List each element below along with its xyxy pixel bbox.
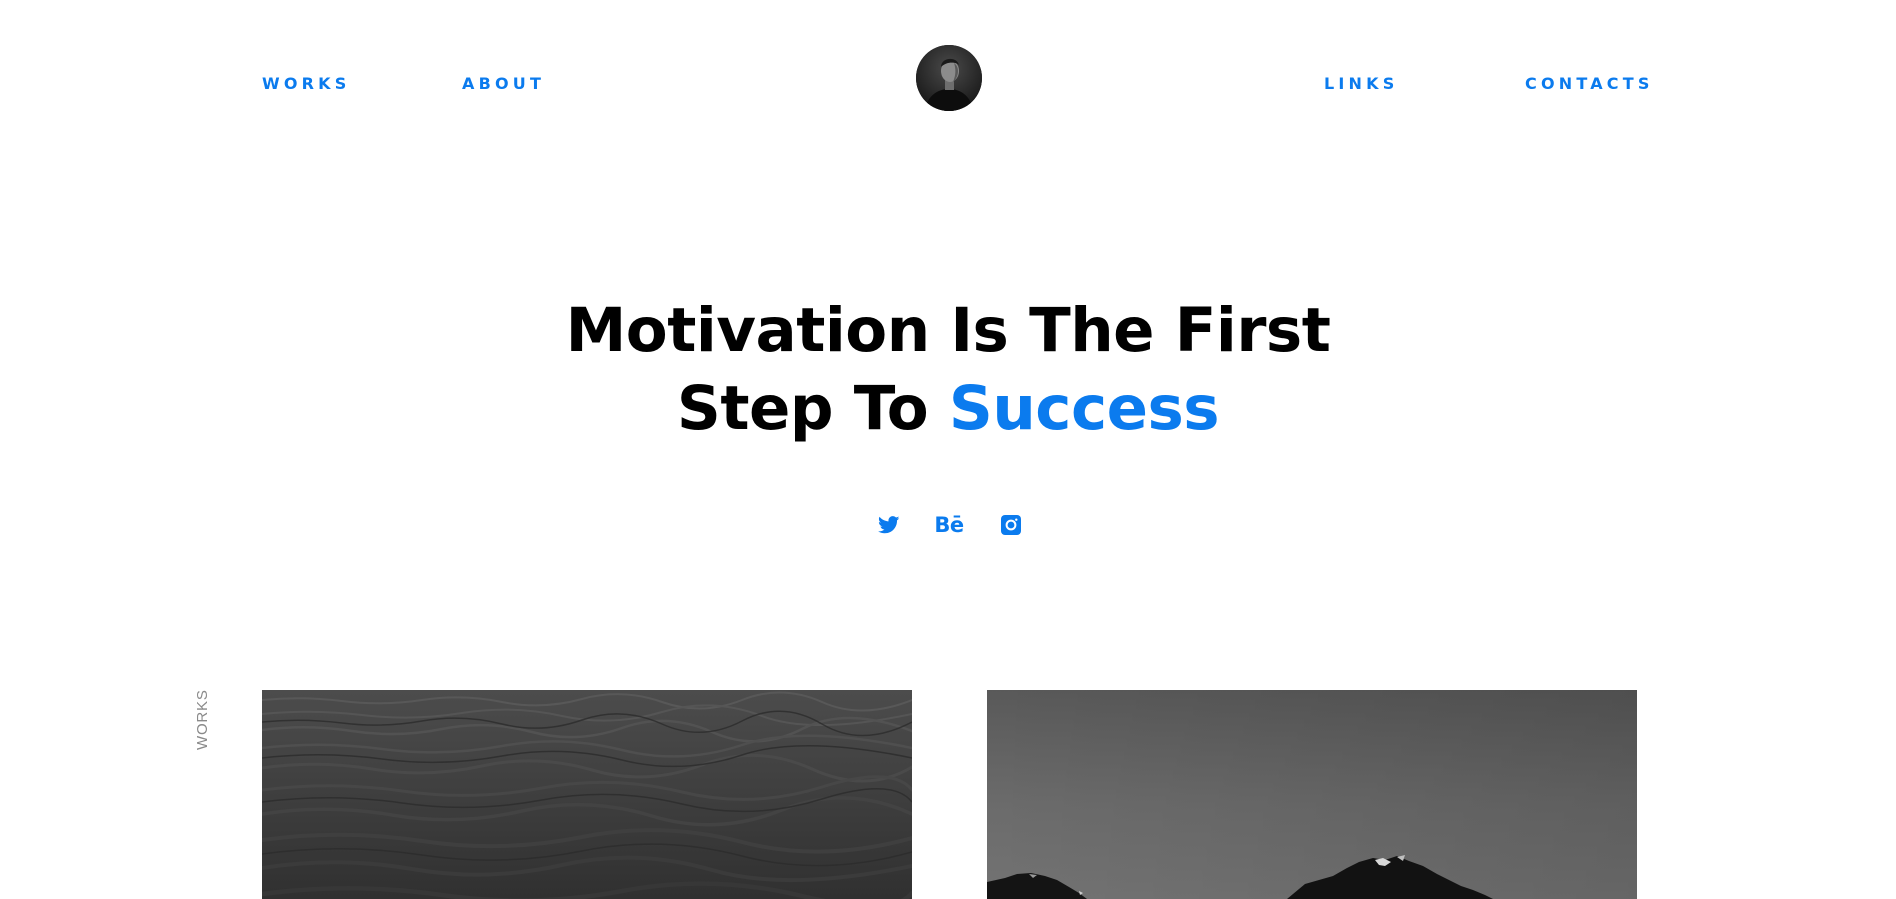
- twitter-link[interactable]: [874, 510, 904, 540]
- nav-link-about[interactable]: ABOUT: [462, 75, 545, 93]
- instagram-icon: [1001, 515, 1021, 535]
- sea-waves-image: [262, 690, 912, 899]
- social-links: Bē: [0, 510, 1896, 540]
- nav-link-links[interactable]: LINKS: [1324, 75, 1398, 93]
- nav-link-works[interactable]: WORKS: [262, 75, 351, 93]
- profile-portrait-image: [916, 45, 982, 111]
- behance-icon: Bē: [934, 513, 964, 537]
- behance-link[interactable]: Bē: [934, 510, 964, 540]
- nav-link-contacts[interactable]: CONTACTS: [1525, 75, 1654, 93]
- work-card-mountains[interactable]: [987, 690, 1637, 899]
- works-side-label: WORKS: [178, 689, 224, 750]
- work-card-sea[interactable]: [262, 690, 912, 899]
- twitter-icon: [878, 516, 900, 534]
- instagram-link[interactable]: [996, 510, 1026, 540]
- works-side-label-text: WORKS: [194, 689, 211, 750]
- hero-title: Motivation Is The First Step To Success: [0, 292, 1896, 448]
- avatar[interactable]: [916, 45, 982, 111]
- hero-title-line2-prefix: Step To: [676, 373, 949, 444]
- hero-title-line1: Motivation Is The First: [565, 295, 1331, 366]
- hero-title-accent: Success: [948, 373, 1220, 444]
- mountain-peaks-image: [987, 690, 1637, 899]
